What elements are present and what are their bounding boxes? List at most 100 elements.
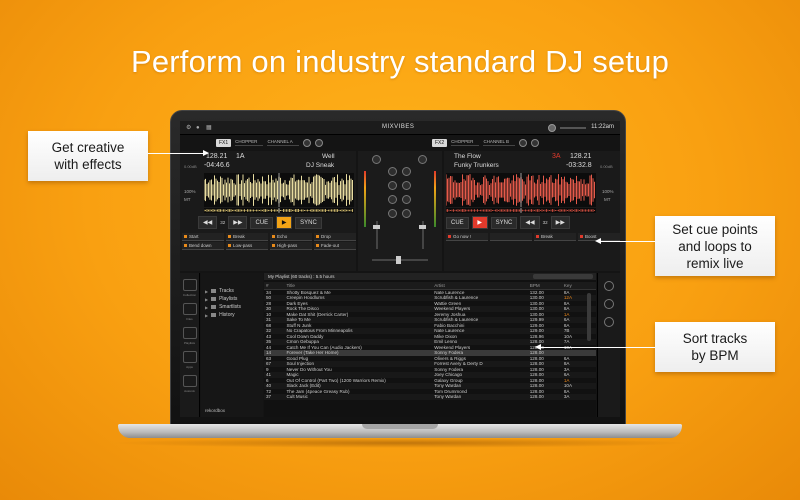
playlists-icon[interactable] <box>182 327 197 339</box>
hotcue[interactable]: Echo <box>270 233 312 241</box>
expand-arrow-icon: ▶ <box>205 296 209 302</box>
collection-icon[interactable] <box>182 279 197 291</box>
deck-left-mode[interactable]: MT <box>184 197 191 202</box>
hotcue[interactable]: Break <box>226 233 268 241</box>
record-icon[interactable]: ● <box>196 125 202 131</box>
apps-icon[interactable] <box>182 351 197 363</box>
expand-arrow-icon: ▶ <box>205 288 209 294</box>
fx2-button[interactable]: FX2 <box>432 138 448 147</box>
eq-high-right-knob[interactable] <box>402 167 411 176</box>
callout-cue-points: Set cue points and loops to remix live <box>655 216 775 276</box>
cue-dot <box>272 244 275 247</box>
fx2-effect-select[interactable]: CHOPPER <box>451 139 480 146</box>
column-header-artist[interactable]: Artist <box>432 282 528 290</box>
hotcue[interactable]: Drop <box>314 233 356 241</box>
fx2-rate-knob[interactable] <box>531 138 540 147</box>
hotcue[interactable]: Low-pass <box>226 242 268 250</box>
search-input[interactable] <box>533 274 593 279</box>
eq-high-left-knob[interactable] <box>388 167 397 176</box>
hotcue-label: Drop <box>321 234 331 239</box>
table-row[interactable]: 37 Cult Music Tony Wardan 128.00 3A <box>264 394 596 400</box>
deck-left-next-button[interactable]: ▶▶ <box>228 216 248 229</box>
left-gain-knob[interactable] <box>372 155 381 164</box>
deck-left-waveform[interactable] <box>204 173 354 207</box>
deck-right-next-button[interactable]: ▶▶ <box>550 216 570 229</box>
sidebar-label: Automix <box>184 389 195 393</box>
automix-icon[interactable] <box>182 375 197 387</box>
hotcue[interactable]: Go now ! <box>446 233 488 241</box>
deck-left-gain: 0.00dB <box>184 164 197 169</box>
deck-right: The Flow Funky Trunkers 3A 128.21 -03:32… <box>444 151 620 271</box>
deck-left-loop-size[interactable]: 32 <box>220 220 225 225</box>
deck-right-sync-button[interactable]: SYNC <box>490 216 518 229</box>
left-channel-fader[interactable] <box>373 225 380 229</box>
fx1-amount-knob[interactable] <box>302 138 311 147</box>
eq-low-right-knob[interactable] <box>402 195 411 204</box>
tree-item-playlists[interactable]: ▶ Playlists <box>201 295 263 303</box>
fx-right-panel: FX2 CHOPPER CHANNEL B <box>432 137 540 148</box>
fx1-rate-knob[interactable] <box>314 138 323 147</box>
deck-left-sync-button[interactable]: SYNC <box>295 216 322 229</box>
column-header-bpm[interactable]: BPM <box>527 282 562 290</box>
tree-item-history[interactable]: ▶ History <box>201 311 263 319</box>
preview-knob[interactable] <box>604 281 614 291</box>
deck-left-prev-button[interactable]: ◀◀ <box>198 216 218 229</box>
column-header-number[interactable]: # <box>264 282 285 290</box>
column-header-title[interactable]: Title <box>284 282 433 290</box>
crossfader[interactable] <box>396 256 401 264</box>
deck-left-overview[interactable] <box>203 208 354 213</box>
fx2-amount-knob[interactable] <box>519 138 528 147</box>
cue-mix-knob[interactable] <box>604 299 614 309</box>
deck-left-bpm: 128.21 <box>206 153 228 160</box>
cell-artist: Tony Wardan <box>432 394 528 400</box>
deck-right-mode[interactable]: MT <box>604 197 611 202</box>
cell-title: Cult Music <box>284 394 433 400</box>
cue-dot <box>272 235 275 238</box>
callout-line: Sort tracks <box>682 331 748 346</box>
tree-item-tracks[interactable]: ▶ Tracks <box>201 287 263 295</box>
right-gain-knob[interactable] <box>418 155 427 164</box>
folder-icon <box>211 289 217 293</box>
deck-right-cue-button[interactable]: CUE <box>446 216 469 229</box>
hotcue-label: Break <box>541 234 553 239</box>
settings-icon[interactable]: ⚙ <box>186 125 192 131</box>
deck-right-title: The Flow <box>454 153 481 160</box>
deck-right-waveform[interactable] <box>446 173 596 207</box>
deck-right-artist: Funky Trunkers <box>454 162 499 169</box>
deck-right-prev-button[interactable]: ◀◀ <box>520 216 540 229</box>
hotcue[interactable]: Break <box>534 233 576 241</box>
deck-right-overview[interactable] <box>445 208 596 213</box>
hotcue[interactable] <box>490 233 532 241</box>
fx-left-panel: FX1 CHOPPER CHANNEL A <box>216 137 323 148</box>
files-icon[interactable] <box>182 303 197 315</box>
master-volume-knob[interactable] <box>548 124 556 132</box>
hotcue[interactable]: Start <box>182 233 224 241</box>
layout-icon[interactable]: ▦ <box>206 125 212 131</box>
deck-left-play-button[interactable]: ▶ <box>276 216 293 229</box>
hotcue[interactable]: High-pass <box>270 242 312 250</box>
laptop-notch <box>362 424 438 429</box>
rekordbox-link[interactable]: rekordbox <box>205 408 225 413</box>
sidebar-label: Playlists <box>183 341 195 345</box>
column-header-key[interactable]: Key <box>561 282 596 290</box>
eq-mid-left-knob[interactable] <box>388 181 397 190</box>
tree-item-smartlists[interactable]: ▶ Smartlists <box>201 303 263 311</box>
fx1-button[interactable]: FX1 <box>216 138 232 147</box>
hotcue[interactable]: Fade-out <box>314 242 356 250</box>
eq-low-left-knob[interactable] <box>388 195 397 204</box>
deck-right-loop-size[interactable]: 32 <box>543 220 548 225</box>
headphone-volume-knob[interactable] <box>604 317 614 327</box>
fx1-effect-select[interactable]: CHOPPER <box>235 139 264 146</box>
hotcue[interactable]: Bend down <box>182 242 224 250</box>
eq-mid-right-knob[interactable] <box>402 181 411 190</box>
callout-effects: Get creative with effects <box>28 131 148 181</box>
deck-right-play-button[interactable]: ▶ <box>471 216 488 229</box>
fx2-channel-select[interactable]: CHANNEL B <box>483 139 516 146</box>
deck-left-cue-button[interactable]: CUE <box>250 216 274 229</box>
filter-right-knob[interactable] <box>402 209 411 218</box>
folder-icon <box>211 305 217 309</box>
right-channel-fader[interactable] <box>419 225 426 229</box>
fx1-channel-select[interactable]: CHANNEL A <box>267 139 299 146</box>
filter-left-knob[interactable] <box>388 209 397 218</box>
table-scrollbar[interactable] <box>587 293 591 341</box>
